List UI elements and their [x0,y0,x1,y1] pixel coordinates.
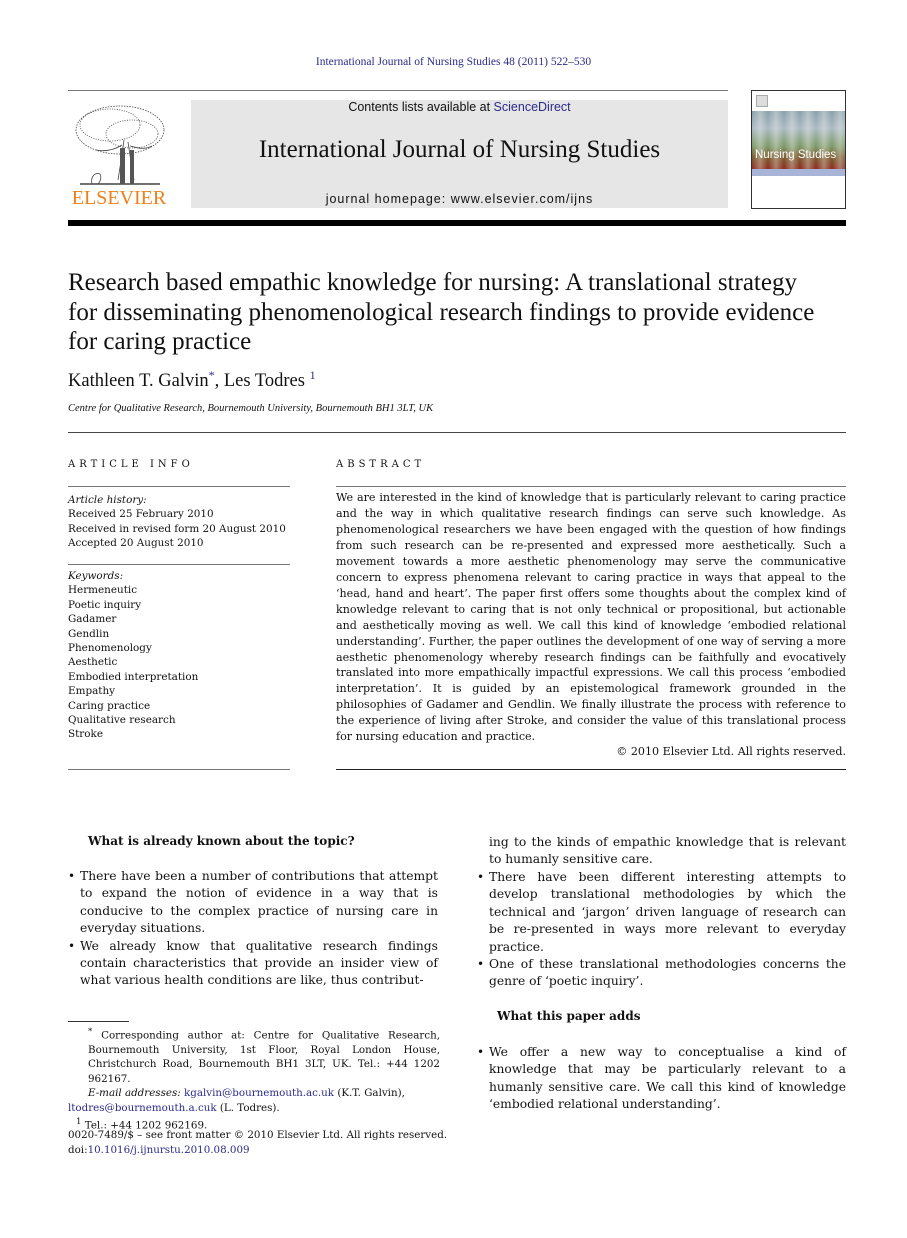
journal-cover-thumbnail[interactable]: Nursing Studies [751,90,846,209]
cover-title: Nursing Studies [755,149,837,161]
list-item: • One of these translational methodologie… [477,956,846,991]
keyword: Empathy [68,685,116,698]
author-name: Kathleen T. Galvin [68,371,209,392]
list-item-text: We already know that qualitative researc… [80,938,438,988]
footnote-mark[interactable]: 1 [310,368,316,382]
bullet-icon: • [477,1045,485,1059]
keyword: Gendlin [68,627,110,640]
homepage-prefix: journal homepage: [325,192,451,206]
list-item: • There have been a number of contributio… [68,868,438,938]
adds-box-list: • We offer a new way to conceptualise a k… [477,1044,846,1114]
bullet-icon: • [477,870,485,884]
article-history: Article history: Received 25 February 20… [68,493,290,551]
contents-line: Contents lists available at ScienceDirec… [191,100,728,114]
journal-citation[interactable]: International Journal of Nursing Studies… [0,56,907,68]
email-note-cont: ltodres@bournemouth.a.cuk (L. Todres). [68,1101,440,1116]
keywords: Keywords: Hermeneutic Poetic inquiry Gad… [68,569,290,742]
author-list: Kathleen T. Galvin*, Les Todres 1 [68,368,316,392]
abstract-heading: ABSTRACT [336,459,426,470]
abstract-copyright: © 2010 Elsevier Ltd. All rights reserved… [616,745,846,758]
email-owner: (L. Todres). [216,1101,280,1114]
article-info-heading: ARTICLE INFO [68,459,194,470]
divider [68,486,290,487]
elsevier-tree-icon [75,105,165,185]
abstract-text: We are interested in the kind of knowled… [336,491,846,744]
email-link-todres[interactable]: ltodres@bournemouth.a.cuk [68,1102,217,1114]
doi-link[interactable]: 10.1016/j.ijnurstu.2010.08.009 [88,1144,250,1156]
list-item: • We offer a new way to conceptualise a k… [477,1044,846,1114]
elsevier-wordmark: ELSEVIER [71,187,167,209]
footnote-mark: * [88,1027,93,1037]
bullet-icon: • [477,957,485,972]
history-label: Article history: [68,494,147,506]
author-name: Les Todres [223,371,305,392]
known-box-list-continued: • There have been different interesting a… [477,869,846,991]
email-link-galvin[interactable]: kgalvin@bournemouth.ac.uk [184,1087,334,1099]
cover-elsevier-logo-icon [756,95,768,107]
footnotes: * Corresponding author at: Centre for Qu… [68,1025,440,1133]
known-box-list: • There have been a number of contributio… [68,868,438,990]
front-matter: 0020-7489/$ – see front matter © 2010 El… [68,1128,448,1157]
divider [68,769,290,770]
doi-line: doi:10.1016/j.ijnurstu.2010.08.009 [68,1143,448,1158]
affiliation: Centre for Qualitative Research, Bournem… [68,403,434,414]
doi-prefix: doi: [68,1143,88,1156]
contents-prefix: Contents lists available at [348,100,494,114]
corresponding-author-text: Corresponding author at: Centre for Qual… [88,1029,440,1085]
cover-strip [752,169,845,176]
article-title: Research based empathic knowledge for nu… [68,269,815,355]
header-thick-rule [68,220,846,226]
footnote-mark: 1 [76,1117,82,1128]
divider [336,769,846,770]
list-item-text: There have been different interesting at… [489,870,846,954]
homepage-link[interactable]: www.elsevier.com/ijns [451,192,594,206]
keyword: Qualitative research [68,714,176,727]
email-note: E-mail addresses: kgalvin@bournemouth.ac… [68,1086,440,1101]
email-label: E-mail addresses: [88,1087,181,1100]
known-box-continuation: ing to the kinds of empathic knowledge t… [489,835,846,867]
list-item: • We already know that qualitative resear… [68,938,438,990]
known-box-heading: What is already known about the topic? [88,834,355,848]
keyword: Hermeneutic [68,584,138,597]
sciencedirect-link[interactable]: ScienceDirect [494,100,571,114]
issn-line: 0020-7489/$ – see front matter © 2010 El… [68,1129,448,1141]
divider [68,432,846,433]
list-item-text: One of these translational methodologies… [489,957,846,989]
journal-banner: Contents lists available at ScienceDirec… [191,100,728,208]
keyword: Caring practice [68,699,151,712]
bullet-icon: • [68,869,76,883]
journal-title: International Journal of Nursing Studies [258,136,661,163]
history-item: Accepted 20 August 2010 [68,537,204,550]
history-item: Received in revised form 20 August 2010 [68,522,286,535]
keyword: Stroke [68,728,103,741]
elsevier-logo[interactable]: ELSEVIER [68,98,170,210]
list-item-text: We offer a new way to conceptualise a ki… [489,1045,846,1112]
keywords-label: Keywords: [68,570,124,582]
homepage-line: journal homepage: www.elsevier.com/ijns [191,192,728,206]
list-item-text: There have been a number of contribution… [80,869,438,936]
keyword: Poetic inquiry [68,598,142,611]
keyword: Aesthetic [68,656,118,669]
footnote-rule [68,1021,129,1022]
keyword: Phenomenology [68,642,152,655]
corresponding-author-note: * Corresponding author at: Centre for Qu… [68,1025,440,1086]
list-item: • There have been different interesting a… [477,869,846,956]
bullet-icon: • [68,938,76,953]
adds-box-heading: What this paper adds [497,1009,641,1023]
keyword: Gadamer [68,613,117,626]
keyword: Embodied interpretation [68,670,199,683]
author-separator: , [214,371,224,392]
header-rule [68,90,728,91]
email-owner: (K.T. Galvin), [334,1087,405,1100]
history-item: Received 25 February 2010 [68,508,214,521]
divider [336,486,846,487]
divider [68,564,290,565]
